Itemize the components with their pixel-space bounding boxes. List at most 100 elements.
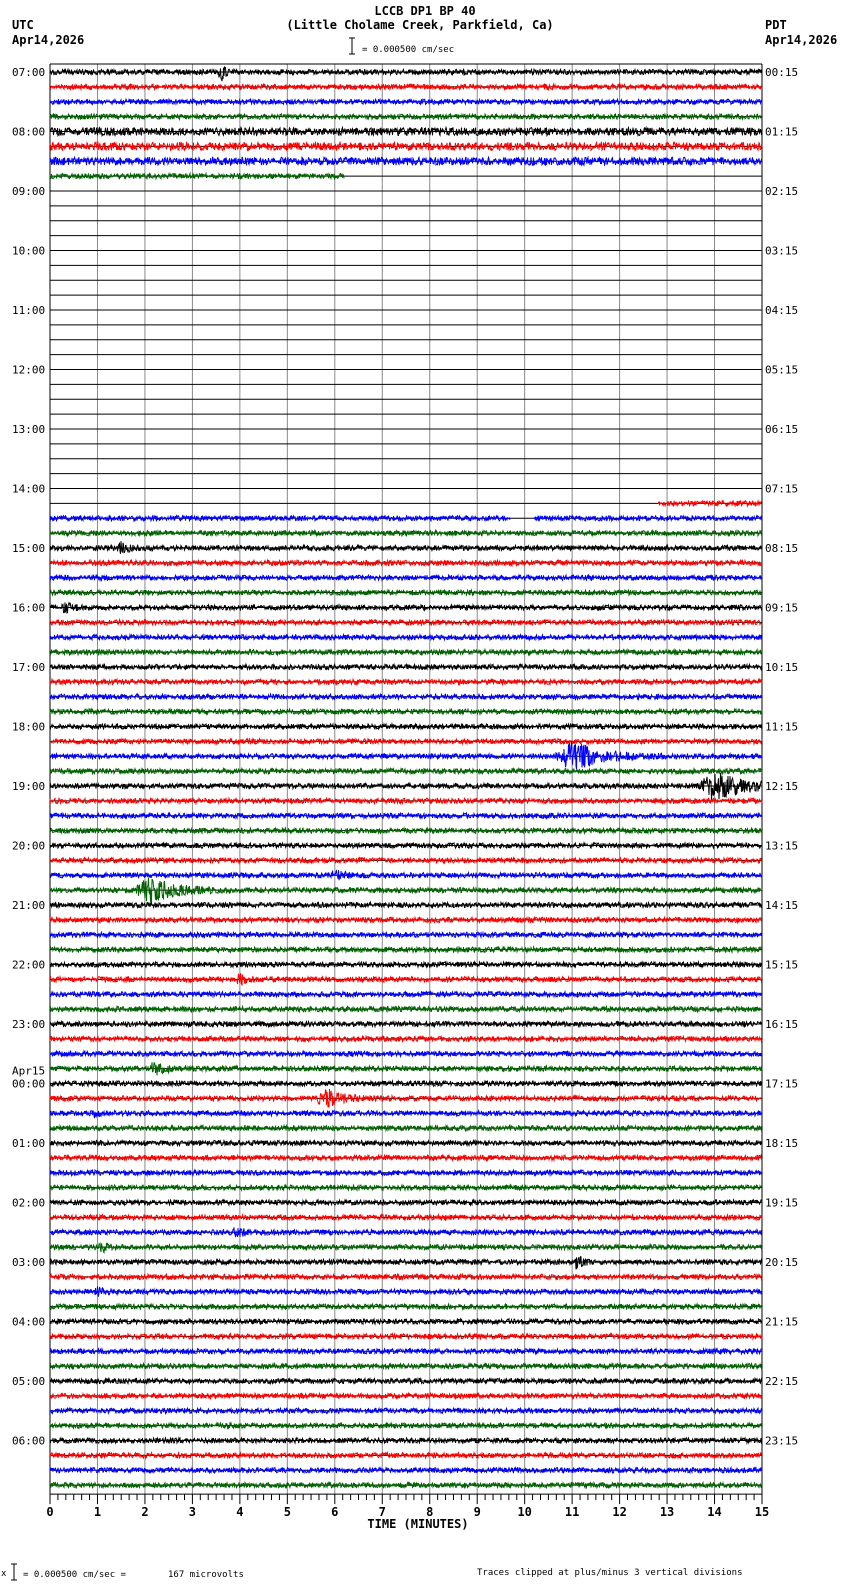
x-tick-label: 3 (189, 1505, 196, 1519)
utc-hour-label: 04:00 (12, 1316, 45, 1329)
utc-hour-label: 15:00 (12, 542, 45, 555)
x-tick-label: 12 (612, 1505, 626, 1519)
date-change-label: Apr15 (12, 1065, 45, 1078)
seismic-trace (49, 915, 763, 925)
pdt-hour-label: 16:15 (765, 1018, 798, 1031)
pdt-hour-label: 08:15 (765, 542, 798, 555)
utc-hour-label: 12:00 (12, 364, 45, 377)
pdt-hour-label: 00:15 (765, 66, 798, 79)
x-tick-label: 1 (94, 1505, 101, 1519)
pdt-hour-label: 22:15 (765, 1375, 798, 1388)
seismic-trace (49, 1108, 763, 1119)
right-timezone: PDT (765, 18, 787, 32)
pdt-hour-label: 17:15 (765, 1078, 798, 1091)
seismic-trace (49, 945, 763, 955)
seismic-trace (49, 1241, 763, 1255)
x-tick-label: 9 (474, 1505, 481, 1519)
scale-bar-icon (349, 37, 355, 55)
pdt-hour-label: 06:15 (765, 423, 798, 436)
seismic-trace (49, 514, 511, 523)
x-tick-label: 6 (331, 1505, 338, 1519)
seismic-trace (49, 1168, 763, 1178)
utc-hour-label: 03:00 (12, 1256, 45, 1269)
station-subtitle: (Little Cholame Creek, Parkfield, Ca) (286, 18, 553, 32)
seismic-trace (49, 1062, 763, 1076)
utc-hour-label: 23:00 (12, 1018, 45, 1031)
utc-hour-label: 17:00 (12, 661, 45, 674)
x-tick-label: 5 (284, 1505, 291, 1519)
seismic-trace (50, 811, 763, 821)
seismic-trace (533, 514, 763, 523)
helicorder-plot: LCCB DP1 BP 40 (Little Cholame Creek, Pa… (1, 4, 837, 1581)
seismic-trace (49, 155, 763, 167)
seismic-trace (49, 1019, 763, 1029)
utc-hour-label: 09:00 (12, 185, 45, 198)
seismic-trace (49, 1088, 763, 1108)
plot-grid (49, 63, 763, 1495)
utc-hour-label: 02:00 (12, 1197, 45, 1210)
seismic-trace (49, 1255, 763, 1270)
utc-hour-label: 19:00 (12, 780, 45, 793)
chart-title: LCCB DP1 BP 40 (374, 4, 475, 18)
seismic-trace (49, 1302, 763, 1312)
pdt-hour-label: 10:15 (765, 661, 798, 674)
seismic-trace (49, 1153, 763, 1163)
footer-microvolts: 167 microvolts (168, 1570, 244, 1580)
seismic-trace (49, 869, 763, 881)
seismic-trace (49, 1450, 763, 1460)
seismic-trace (49, 1286, 763, 1297)
seismic-trace (49, 1123, 763, 1133)
pdt-hour-label: 11:15 (765, 721, 798, 734)
utc-hour-label: 22:00 (12, 959, 45, 972)
utc-hour-label: 13:00 (12, 423, 45, 436)
seismic-trace (49, 772, 763, 801)
x-axis-label: TIME (MINUTES) (367, 1517, 468, 1531)
utc-hour-label: 21:00 (12, 899, 45, 912)
seismic-trace (49, 1406, 763, 1416)
x-tick-label: 10 (517, 1505, 531, 1519)
pdt-hour-label: 19:15 (765, 1197, 798, 1210)
utc-hour-label: 10:00 (12, 245, 45, 258)
traces (49, 66, 763, 1490)
utc-hour-label: 07:00 (12, 66, 45, 79)
seismic-trace (49, 82, 763, 92)
utc-hour-label: 14:00 (12, 483, 45, 496)
seismic-trace (49, 840, 763, 850)
seismic-trace (49, 1049, 763, 1059)
utc-hour-label: 16:00 (12, 602, 45, 615)
seismic-trace (49, 528, 763, 538)
seismic-trace (49, 989, 763, 999)
x-axis: 0 1 2 3 4 5 6 7 8 9 10 11 12 13 14 15 (46, 1493, 769, 1519)
seismic-trace (49, 97, 763, 107)
footer-scale-label: = 0.000500 cm/sec = (23, 1570, 127, 1580)
seismic-trace (49, 677, 763, 687)
seismic-trace (49, 707, 763, 717)
seismic-trace (49, 1480, 763, 1490)
pdt-hour-label: 02:15 (765, 185, 798, 198)
x-tick-label: 0 (46, 1505, 53, 1519)
pdt-hour-label: 21:15 (765, 1316, 798, 1329)
clip-note: Traces clipped at plus/minus 3 vertical … (477, 1568, 743, 1578)
right-date: Apr14,2026 (765, 33, 837, 47)
seismic-trace (50, 741, 763, 770)
utc-hour-label: 06:00 (12, 1435, 45, 1448)
utc-hour-label: 20:00 (12, 840, 45, 853)
footer-scale-bar-icon (11, 1563, 17, 1581)
pdt-hour-label: 15:15 (765, 959, 798, 972)
left-date: Apr14,2026 (12, 33, 84, 47)
pdt-hour-label: 12:15 (765, 780, 798, 793)
x-tick-label: 15 (755, 1505, 769, 1519)
pdt-hour-label: 03:15 (765, 245, 798, 258)
pdt-hour-label: 07:15 (765, 483, 798, 496)
pdt-hour-label: 14:15 (765, 899, 798, 912)
pdt-hour-label: 01:15 (765, 126, 798, 139)
seismic-trace (49, 632, 763, 642)
seismic-trace (49, 66, 763, 82)
pdt-hour-label: 04:15 (765, 304, 798, 317)
x-tick-label: 4 (236, 1505, 243, 1519)
utc-hour-label: 05:00 (12, 1375, 45, 1388)
footer-scale-prefix: x (1, 1569, 7, 1579)
pdt-hour-label: 23:15 (765, 1435, 798, 1448)
scale-label: = 0.000500 cm/sec (362, 45, 454, 55)
pdt-hour-label: 09:15 (765, 602, 798, 615)
